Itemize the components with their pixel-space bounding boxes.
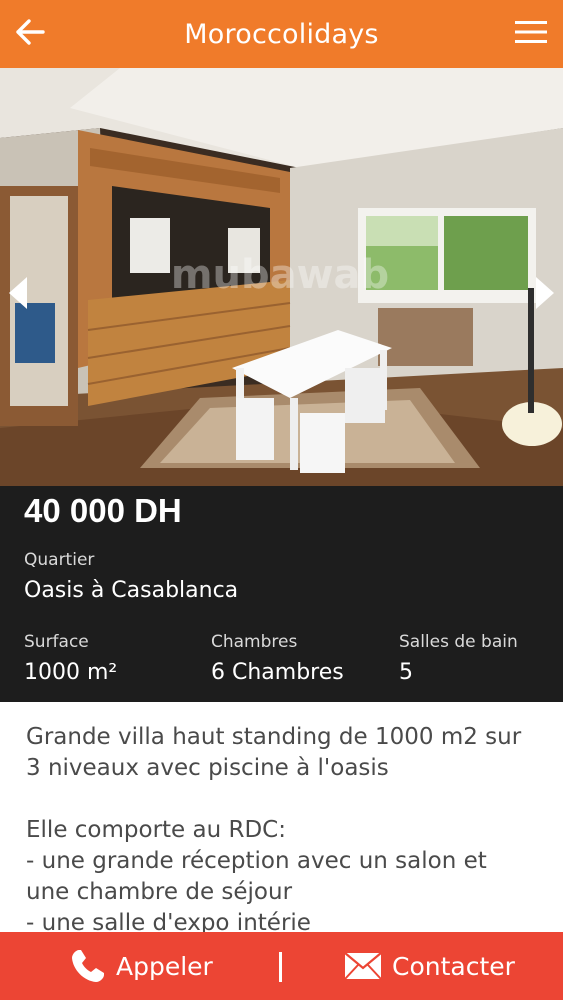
phone-icon [72, 950, 104, 982]
bottom-action-bar: Appeler Contacter [0, 932, 563, 1000]
quartier-label: Quartier [24, 550, 95, 570]
listing-description: Grande villa haut standing de 1000 m2 su… [0, 702, 563, 932]
property-photo[interactable]: mubawab [0, 68, 563, 486]
app-header: Moroccolidays [0, 0, 563, 68]
call-button[interactable]: Appeler [70, 932, 213, 1000]
description-line: - une grande réception avec un salon et [26, 848, 487, 874]
previous-photo-button[interactable] [0, 263, 36, 323]
chambres-value: 6 Chambres [211, 660, 344, 685]
listing-price: 40 000 DH [24, 492, 182, 529]
hamburger-menu-icon [515, 21, 547, 43]
room-photo: mubawab [0, 68, 563, 486]
arrow-left-icon [16, 19, 45, 45]
quartier-value: Oasis à Casablanca [24, 578, 239, 603]
action-separator [279, 952, 282, 982]
description-line: une chambre de séjour [26, 879, 293, 905]
surface-value: 1000 m² [24, 660, 118, 685]
chambres-label: Chambres [211, 632, 298, 652]
app-title: Moroccolidays [184, 18, 379, 50]
description-paragraph: Grande villa haut standing de 1000 m2 su… [26, 722, 537, 784]
back-button[interactable] [8, 10, 52, 54]
next-photo-button[interactable] [527, 263, 563, 323]
chevron-left-icon [9, 277, 27, 309]
contact-button[interactable]: Contacter [344, 932, 515, 1000]
app-screen: Moroccolidays mubawab 40 000 DH Quartier… [0, 0, 563, 1000]
salles-label: Salles de bain [399, 632, 518, 652]
description-paragraph: Elle comporte au RDC: - une grande récep… [26, 815, 537, 932]
envelope-icon [344, 952, 382, 980]
listing-info-panel: 40 000 DH Quartier Oasis à Casablanca Su… [0, 486, 563, 702]
description-line: 3 niveaux avec piscine à l'oasis [26, 755, 389, 781]
chevron-right-icon [536, 277, 554, 309]
surface-label: Surface [24, 632, 89, 652]
contact-label: Contacter [392, 951, 515, 981]
description-line: Elle comporte au RDC: [26, 817, 286, 843]
menu-button[interactable] [509, 10, 553, 54]
salles-value: 5 [399, 660, 413, 685]
call-label: Appeler [116, 951, 213, 981]
watermark-logo: mubawab [171, 252, 389, 298]
description-line: Grande villa haut standing de 1000 m2 su… [26, 724, 522, 750]
description-line: - une salle d'expo intérie [26, 910, 311, 932]
